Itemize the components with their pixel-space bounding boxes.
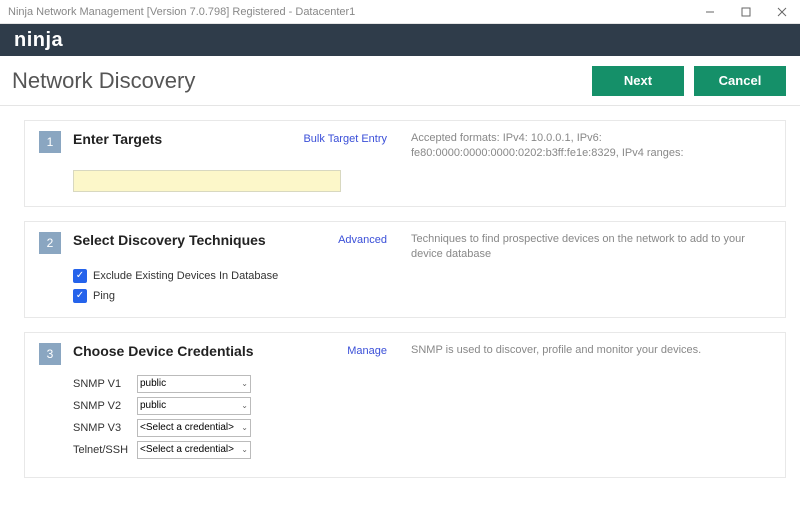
panel-desc-techniques: Techniques to find prospective devices o… (411, 232, 771, 263)
cred-row-snmpv1: SNMP V1 public ⌄ (73, 375, 771, 393)
snmpv2-label: SNMP V2 (73, 400, 137, 412)
panel-title-targets: Enter Targets (73, 131, 162, 147)
manage-link[interactable]: Manage (347, 345, 387, 357)
step-number-1: 1 (39, 131, 61, 153)
snmpv1-label: SNMP V1 (73, 378, 137, 390)
telnet-ssh-value: <Select a credential> (140, 444, 234, 455)
bulk-target-entry-link[interactable]: Bulk Target Entry (303, 133, 387, 145)
targets-input[interactable] (73, 170, 341, 192)
checkbox-row-exclude: ✓ Exclude Existing Devices In Database (73, 269, 771, 283)
minimize-button[interactable] (692, 0, 728, 24)
ping-label: Ping (93, 290, 115, 302)
chevron-down-icon: ⌄ (241, 401, 248, 410)
panel-device-credentials: 3 Choose Device Credentials Manage SNMP … (24, 332, 786, 478)
window-title: Ninja Network Management [Version 7.0.79… (8, 6, 355, 18)
exclude-existing-label: Exclude Existing Devices In Database (93, 270, 278, 282)
close-button[interactable] (764, 0, 800, 24)
snmpv3-label: SNMP V3 (73, 422, 137, 434)
cred-row-snmpv3: SNMP V3 <Select a credential> ⌄ (73, 419, 771, 437)
window-titlebar: Ninja Network Management [Version 7.0.79… (0, 0, 800, 24)
check-icon: ✓ (76, 291, 84, 301)
content-area: 1 Enter Targets Bulk Target Entry Accept… (0, 106, 800, 478)
window-controls (692, 0, 800, 24)
page-title: Network Discovery (12, 68, 195, 94)
chevron-down-icon: ⌄ (241, 445, 248, 454)
checkbox-row-ping: ✓ Ping (73, 289, 771, 303)
telnet-ssh-select[interactable]: <Select a credential> ⌄ (137, 441, 251, 459)
panel-discovery-techniques: 2 Select Discovery Techniques Advanced T… (24, 221, 786, 318)
panel-title-credentials: Choose Device Credentials (73, 343, 254, 359)
telnet-ssh-label: Telnet/SSH (73, 444, 137, 456)
maximize-button[interactable] (728, 0, 764, 24)
exclude-existing-checkbox[interactable]: ✓ (73, 269, 87, 283)
brand-logo: ninja (14, 29, 63, 52)
ping-checkbox[interactable]: ✓ (73, 289, 87, 303)
chevron-down-icon: ⌄ (241, 423, 248, 432)
snmpv2-value: public (140, 400, 166, 411)
cred-row-snmpv2: SNMP V2 public ⌄ (73, 397, 771, 415)
snmpv2-select[interactable]: public ⌄ (137, 397, 251, 415)
panel-title-techniques: Select Discovery Techniques (73, 232, 266, 248)
snmpv1-value: public (140, 378, 166, 389)
step-number-2: 2 (39, 232, 61, 254)
cancel-button[interactable]: Cancel (694, 66, 786, 96)
panel-desc-credentials: SNMP is used to discover, profile and mo… (411, 343, 771, 358)
chevron-down-icon: ⌄ (241, 379, 248, 388)
panel-enter-targets: 1 Enter Targets Bulk Target Entry Accept… (24, 120, 786, 207)
cred-row-telnet-ssh: Telnet/SSH <Select a credential> ⌄ (73, 441, 771, 459)
snmpv3-select[interactable]: <Select a credential> ⌄ (137, 419, 251, 437)
header-buttons: Next Cancel (592, 66, 786, 96)
brand-bar: ninja (0, 24, 800, 56)
advanced-link[interactable]: Advanced (338, 234, 387, 246)
page-header: Network Discovery Next Cancel (0, 56, 800, 106)
next-button[interactable]: Next (592, 66, 684, 96)
snmpv3-value: <Select a credential> (140, 422, 234, 433)
step-number-3: 3 (39, 343, 61, 365)
snmpv1-select[interactable]: public ⌄ (137, 375, 251, 393)
panel-desc-targets: Accepted formats: IPv4: 10.0.0.1, IPv6: … (411, 131, 771, 162)
check-icon: ✓ (76, 271, 84, 281)
